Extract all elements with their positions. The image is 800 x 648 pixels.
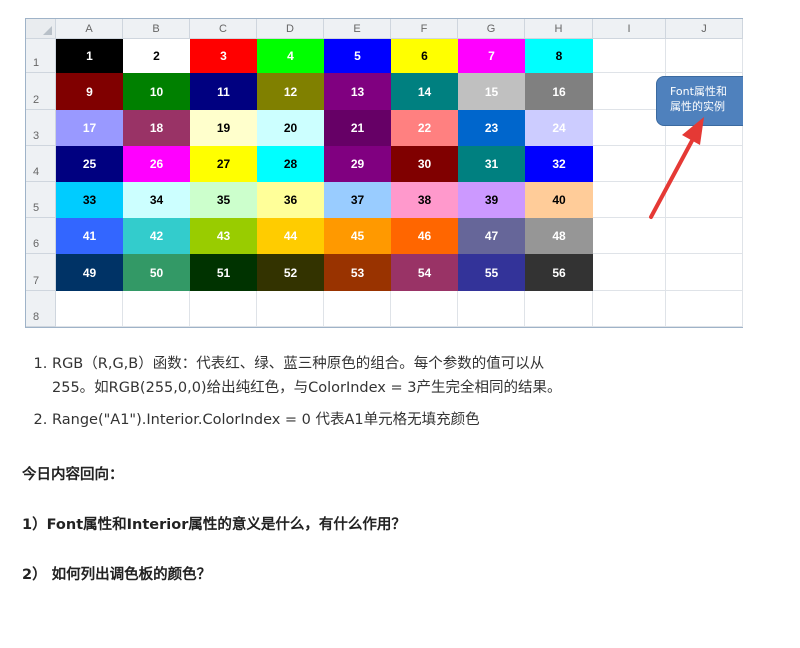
color-cell[interactable]: 19 [190, 110, 257, 146]
color-cell[interactable]: 12 [257, 73, 324, 110]
color-cell[interactable]: 47 [458, 218, 525, 254]
color-cell[interactable]: 38 [391, 182, 458, 218]
color-cell[interactable]: 29 [324, 146, 391, 182]
color-cell[interactable]: 22 [391, 110, 458, 146]
color-cell[interactable]: 40 [525, 182, 593, 218]
row-header-3[interactable]: 3 [26, 110, 56, 146]
row-header-2[interactable]: 2 [26, 73, 56, 110]
note-rgb-function: RGB（R,G,B）函数：代表红、绿、蓝三种原色的组合。每个参数的值可以从 25… [52, 352, 792, 400]
color-cell[interactable]: 7 [458, 39, 525, 73]
callout-line-2: 属性的实例 [670, 100, 725, 113]
color-cell[interactable]: 54 [391, 254, 458, 291]
row-header-8[interactable]: 8 [26, 291, 56, 327]
column-header-i[interactable]: I [593, 19, 666, 39]
notes-list: RGB（R,G,B）函数：代表红、绿、蓝三种原色的组合。每个参数的值可以从 25… [20, 352, 792, 440]
color-cell[interactable]: 31 [458, 146, 525, 182]
color-cell[interactable]: 33 [56, 182, 123, 218]
column-header-c[interactable]: C [190, 19, 257, 39]
color-cell[interactable]: 16 [525, 73, 593, 110]
column-header-a[interactable]: A [56, 19, 123, 39]
color-cell[interactable]: 35 [190, 182, 257, 218]
color-cell[interactable]: 11 [190, 73, 257, 110]
color-cell[interactable]: 10 [123, 73, 190, 110]
color-cell[interactable]: 53 [324, 254, 391, 291]
color-cell[interactable]: 18 [123, 110, 190, 146]
color-cell[interactable]: 34 [123, 182, 190, 218]
color-cell[interactable]: 43 [190, 218, 257, 254]
color-cell[interactable]: 15 [458, 73, 525, 110]
color-cell[interactable]: 4 [257, 39, 324, 73]
color-cell[interactable]: 25 [56, 146, 123, 182]
color-cell[interactable]: 37 [324, 182, 391, 218]
color-cell[interactable]: 21 [324, 110, 391, 146]
row-header-6[interactable]: 6 [26, 218, 56, 254]
color-cell[interactable]: 51 [190, 254, 257, 291]
color-cell[interactable]: 42 [123, 218, 190, 254]
column-header-d[interactable]: D [257, 19, 324, 39]
color-cell[interactable]: 41 [56, 218, 123, 254]
column-header-f[interactable]: F [391, 19, 458, 39]
color-cell[interactable]: 48 [525, 218, 593, 254]
color-cell[interactable]: 50 [123, 254, 190, 291]
color-cell[interactable]: 27 [190, 146, 257, 182]
gridline [56, 326, 743, 327]
spreadsheet-screenshot: ABCDEFGHIJ 12345678 1 2 3 4 5 6 7 8 9 10 11 12 13 14 1… [25, 18, 743, 328]
row-header-4[interactable]: 4 [26, 146, 56, 182]
color-cell[interactable]: 17 [56, 110, 123, 146]
color-cell[interactable]: 52 [257, 254, 324, 291]
color-cell[interactable]: 5 [324, 39, 391, 73]
column-header-e[interactable]: E [324, 19, 391, 39]
color-cell[interactable]: 45 [324, 218, 391, 254]
color-cell[interactable]: 20 [257, 110, 324, 146]
color-cell[interactable]: 8 [525, 39, 593, 73]
color-cell[interactable]: 28 [257, 146, 324, 182]
color-cell[interactable]: 2 [123, 39, 190, 73]
callout-box: Font属性和 属性的实例 [656, 76, 743, 126]
select-all-corner[interactable] [26, 19, 56, 39]
note-colorindex-zero: Range("A1").Interior.ColorIndex = 0 代表A1… [52, 408, 792, 432]
color-cell[interactable]: 46 [391, 218, 458, 254]
color-cell[interactable]: 39 [458, 182, 525, 218]
color-cell[interactable]: 3 [190, 39, 257, 73]
column-header-g[interactable]: G [458, 19, 525, 39]
color-cell[interactable]: 9 [56, 73, 123, 110]
color-cell[interactable]: 23 [458, 110, 525, 146]
column-header-h[interactable]: H [525, 19, 593, 39]
row-header-5[interactable]: 5 [26, 182, 56, 218]
review-title: 今日内容回向： [22, 467, 124, 483]
row-header-1[interactable]: 1 [26, 39, 56, 73]
color-cell[interactable]: 14 [391, 73, 458, 110]
color-cell[interactable]: 36 [257, 182, 324, 218]
color-cell[interactable]: 1 [56, 39, 123, 73]
column-header-j[interactable]: J [666, 19, 743, 39]
color-cell[interactable]: 6 [391, 39, 458, 73]
color-cell[interactable]: 30 [391, 146, 458, 182]
color-cell[interactable]: 13 [324, 73, 391, 110]
select-all-triangle-icon [43, 26, 52, 35]
color-cell[interactable]: 55 [458, 254, 525, 291]
color-cell[interactable]: 26 [123, 146, 190, 182]
color-cell[interactable]: 49 [56, 254, 123, 291]
review-question-2: 2） 如何列出调色板的颜色？ [22, 567, 212, 583]
row-header-7[interactable]: 7 [26, 254, 56, 291]
color-cell[interactable]: 24 [525, 110, 593, 146]
callout-line-1: Font属性和 [670, 85, 727, 98]
review-question-1: 1）Font属性和Interior属性的意义是什么，有什么作用？ [22, 517, 406, 533]
column-header-b[interactable]: B [123, 19, 190, 39]
color-cell[interactable]: 32 [525, 146, 593, 182]
color-cell[interactable]: 44 [257, 218, 324, 254]
color-cell[interactable]: 56 [525, 254, 593, 291]
